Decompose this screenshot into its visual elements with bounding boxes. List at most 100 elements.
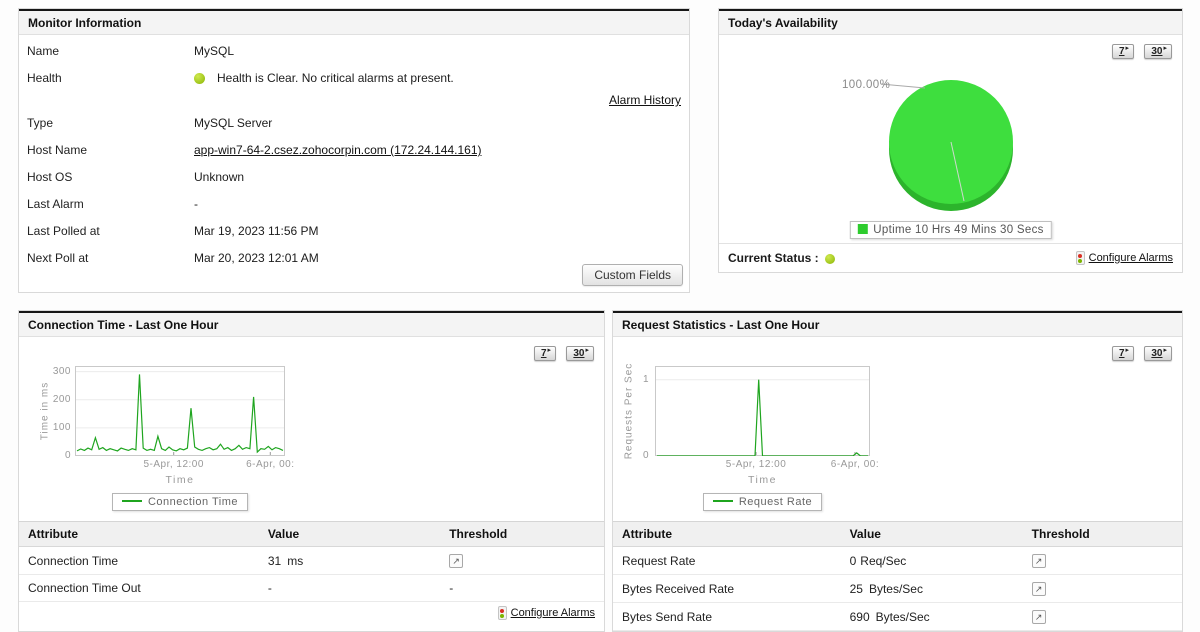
value-cell: 25Bytes/Sec <box>841 575 1023 603</box>
threshold-cell: ↗ <box>1023 575 1182 603</box>
table-row: Request Rate 0Req/Sec ↗ <box>613 547 1182 575</box>
threshold-header: Threshold <box>1023 522 1182 547</box>
value-cell: 0Req/Sec <box>841 547 1023 575</box>
configure-alarms-link[interactable]: Configure Alarms <box>1089 252 1173 264</box>
current-status: Current Status : <box>728 251 835 265</box>
table-row: Connection Time Out - - <box>19 575 604 602</box>
plot-area <box>655 366 870 459</box>
connection-time-title: Connection Time - Last One Hour <box>19 311 604 337</box>
legend-line-swatch <box>122 500 142 502</box>
traffic-red-dot <box>1078 254 1082 258</box>
value-header: Value <box>841 522 1023 547</box>
x-axis-ticks: 5-Apr, 12:006-Apr, 00: <box>655 459 870 471</box>
range-30-button[interactable]: 30▸ <box>1144 44 1172 59</box>
range-expand-icon: ▸ <box>1163 346 1167 354</box>
threshold-cell: - <box>440 575 604 602</box>
uptime-legend: Uptime 10 Hrs 49 Mins 30 Secs <box>849 221 1051 239</box>
field-row-type: Type MySQL Server <box>27 116 681 134</box>
connection-time-panel: Connection Time - Last One Hour 7▸ 30▸ T… <box>18 310 605 632</box>
field-row-last-alarm: Last Alarm - <box>27 197 681 215</box>
range-expand-icon: ▸ <box>1126 44 1130 52</box>
alarm-traffic-light-icon <box>498 606 507 620</box>
dashboard: Monitor Information Name MySQL Health He… <box>0 0 1200 632</box>
type-label: Type <box>27 116 194 130</box>
alarm-history-link[interactable]: Alarm History <box>609 93 681 107</box>
field-row-last-polled: Last Polled at Mar 19, 2023 11:56 PM <box>27 224 681 242</box>
next-poll-label: Next Poll at <box>27 251 194 265</box>
current-status-label: Current Status : <box>728 251 819 265</box>
value-cell: - <box>259 575 440 602</box>
field-row-name: Name MySQL <box>27 44 681 62</box>
traffic-red-dot <box>500 609 504 613</box>
range-expand-icon: ▸ <box>585 346 589 354</box>
alarm-history-row: Alarm History <box>27 93 681 107</box>
custom-fields-button[interactable]: Custom Fields <box>582 264 683 286</box>
threshold-icon[interactable]: ↗ <box>1032 610 1046 624</box>
table-row: Bytes Send Rate 690Bytes/Sec ↗ <box>613 603 1182 631</box>
top-row: Monitor Information Name MySQL Health He… <box>18 8 1183 293</box>
range-7-button[interactable]: 7▸ <box>1112 44 1134 59</box>
request-range-buttons: 7▸ 30▸ <box>1105 345 1172 361</box>
range-expand-icon: ▸ <box>1163 44 1167 52</box>
attribute-cell: Bytes Received Rate <box>613 575 841 603</box>
uptime-legend-swatch <box>857 224 867 234</box>
x-axis-label: Time <box>75 474 285 486</box>
threshold-icon[interactable]: ↗ <box>1032 554 1046 568</box>
range-30-button[interactable]: 30▸ <box>1144 346 1172 361</box>
monitor-information-title: Monitor Information <box>19 9 689 35</box>
health-value: Health is Clear. No critical alarms at p… <box>194 71 681 85</box>
monitor-information-body: Name MySQL Health Health is Clear. No cr… <box>19 35 689 292</box>
connection-attribute-table: Attribute Value Threshold Connection Tim… <box>19 521 604 602</box>
threshold-icon[interactable]: ↗ <box>449 554 463 568</box>
last-alarm-label: Last Alarm <box>27 197 194 211</box>
table-row: Connection Time 31ms ↗ <box>19 547 604 575</box>
threshold-cell: ↗ <box>440 547 604 575</box>
traffic-green-dot <box>1078 259 1082 263</box>
threshold-icon[interactable]: ↗ <box>1032 582 1046 596</box>
value-header: Value <box>259 522 440 547</box>
attribute-header: Attribute <box>613 522 841 547</box>
field-row-health: Health Health is Clear. No critical alar… <box>27 71 681 89</box>
host-os-value: Unknown <box>194 170 681 184</box>
configure-alarms: Configure Alarms <box>19 602 604 626</box>
y-axis-ticks: 0100200300 <box>33 366 71 456</box>
host-name-label: Host Name <box>27 143 194 157</box>
legend-line-swatch <box>713 500 733 502</box>
availability-panel: Today's Availability 7▸ 30▸ 100.00% Upti… <box>718 8 1183 273</box>
table-row: Bytes Received Rate 25Bytes/Sec ↗ <box>613 575 1182 603</box>
name-value: MySQL <box>194 44 681 58</box>
traffic-green-dot <box>500 614 504 618</box>
value-cell: 690Bytes/Sec <box>841 603 1023 631</box>
host-name-link[interactable]: app-win7-64-2.csez.zohocorpin.com (172.2… <box>194 143 482 157</box>
current-status-icon <box>825 254 835 264</box>
availability-title: Today's Availability <box>719 9 1182 35</box>
range-7-button[interactable]: 7▸ <box>534 346 556 361</box>
x-axis-label: Time <box>655 474 870 486</box>
request-statistics-title: Request Statistics - Last One Hour <box>613 311 1182 337</box>
legend-series-name: Connection Time <box>148 496 238 508</box>
type-value: MySQL Server <box>194 116 681 130</box>
connection-range-buttons: 7▸ 30▸ <box>527 345 594 361</box>
pie-percent-label: 100.00% <box>842 79 890 91</box>
attribute-cell: Bytes Send Rate <box>613 603 841 631</box>
name-label: Name <box>27 44 194 58</box>
connection-time-chart: 7▸ 30▸ Time in ms 0100200300 5-Apr, 12:0… <box>19 337 604 521</box>
configure-alarms-link[interactable]: Configure Alarms <box>511 607 595 619</box>
field-row-host-os: Host OS Unknown <box>27 170 681 188</box>
next-poll-value: Mar 20, 2023 12:01 AM <box>194 251 681 265</box>
bottom-row: Connection Time - Last One Hour 7▸ 30▸ T… <box>18 310 1183 632</box>
last-polled-label: Last Polled at <box>27 224 194 238</box>
range-30-button[interactable]: 30▸ <box>566 346 594 361</box>
request-rate-chart: 7▸ 30▸ Requests Per Sec 01 5-Apr, 12:006… <box>613 337 1182 521</box>
availability-range-buttons: 7▸ 30▸ <box>1105 43 1172 59</box>
request-statistics-panel: Request Statistics - Last One Hour 7▸ 30… <box>612 310 1183 632</box>
range-expand-icon: ▸ <box>548 346 552 354</box>
value-cell: 31ms <box>259 547 440 575</box>
last-alarm-value: - <box>194 197 681 211</box>
plot-area <box>75 366 285 459</box>
attribute-cell: Request Rate <box>613 547 841 575</box>
current-status-row: Current Status : Configure Alarms <box>719 243 1182 272</box>
uptime-legend-text: Uptime 10 Hrs 49 Mins 30 Secs <box>873 224 1043 236</box>
range-7-button[interactable]: 7▸ <box>1112 346 1134 361</box>
threshold-cell: ↗ <box>1023 547 1182 575</box>
